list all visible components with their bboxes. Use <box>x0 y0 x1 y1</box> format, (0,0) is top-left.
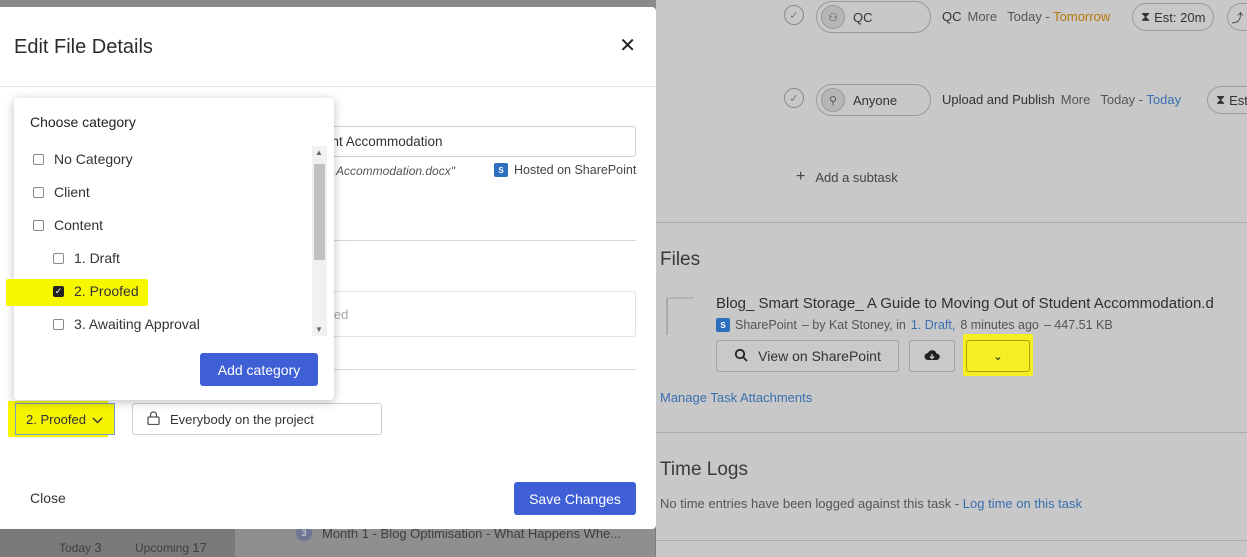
close-icon[interactable]: ✕ <box>619 36 636 56</box>
time-logs-section-title: Time Logs <box>660 459 748 480</box>
add-subtask-button[interactable]: + Add a subtask <box>796 168 898 186</box>
subtask-row: Upload and Publish More Today - Today <box>942 92 1181 107</box>
visibility-select[interactable]: Everybody on the project <box>132 403 382 435</box>
sharepoint-icon: S <box>494 163 508 177</box>
checkbox[interactable] <box>33 186 44 198</box>
description-field[interactable]: led <box>300 291 636 337</box>
file-options-dropdown-button[interactable]: ⌄ <box>966 340 1030 372</box>
popup-title: Choose category <box>30 114 136 130</box>
checkbox-checked[interactable]: ✓ <box>53 285 64 297</box>
bottom-tab-upcoming[interactable]: Upcoming 17 <box>135 540 207 555</box>
scroll-up-icon[interactable]: ▲ <box>315 148 323 157</box>
task-detail-panel: ✓ ⚇ QC QC More Today - Tomorrow ⧗ Est: 20m… <box>656 0 1247 557</box>
estimate-pill[interactable]: ⧗ Est: 20m <box>1132 3 1215 31</box>
manage-task-attachments-link[interactable]: Manage Task Attachments <box>660 390 812 405</box>
tab-label: Upcoming <box>135 541 190 555</box>
plus-icon: + <box>796 168 806 185</box>
estimate-pill[interactable]: ⧗ Est <box>1207 86 1247 114</box>
view-on-sharepoint-button[interactable]: View on SharePoint <box>716 340 899 372</box>
hourglass-icon: ⧗ <box>1141 9 1151 24</box>
download-button[interactable] <box>909 340 955 372</box>
divider <box>656 540 1247 541</box>
hourglass-icon: ⧗ <box>1216 92 1226 107</box>
due-date[interactable]: Today - Tomorrow <box>1007 9 1110 24</box>
chevron-down-icon <box>92 412 103 427</box>
file-category-link[interactable]: 1. Draft, <box>911 318 955 332</box>
close-button[interactable]: Close <box>30 490 66 506</box>
divider <box>300 369 636 370</box>
category-select[interactable]: 2. Proofed <box>15 403 115 435</box>
file-meta: S SharePoint – by Kat Stoney, in 1. Draf… <box>716 318 1113 332</box>
checkbox[interactable] <box>53 252 64 264</box>
assignee-name: Anyone <box>853 92 898 108</box>
file-name[interactable]: Blog_ Smart Storage_ A Guide to Moving O… <box>716 295 1214 312</box>
subtask-title[interactable]: Upload and Publish <box>942 92 1055 107</box>
category-scrollbar[interactable]: ▲ ▼ <box>312 146 327 336</box>
category-option-no-category[interactable]: No Category <box>33 148 133 170</box>
divider <box>656 222 1247 223</box>
original-file-caption: Accommodation.docx" <box>336 164 455 178</box>
complete-check-icon[interactable]: ✓ <box>784 5 804 25</box>
subtask-row: QC More Today - Tomorrow <box>942 9 1110 24</box>
person-icon: ⚲ <box>821 88 845 112</box>
checkbox[interactable] <box>33 153 44 165</box>
file-name-input[interactable]: ent Accommodation <box>300 126 636 157</box>
assignee-name: QC <box>853 9 873 25</box>
category-option-content[interactable]: Content <box>33 214 103 236</box>
search-icon <box>734 348 748 365</box>
checkbox[interactable] <box>33 219 44 231</box>
assignee-pill[interactable]: ⚲ Anyone <box>816 84 931 116</box>
divider <box>300 240 636 241</box>
modal-title: Edit File Details <box>14 36 153 58</box>
category-option-draft[interactable]: 1. Draft <box>53 247 120 269</box>
assignee-pill[interactable]: ⚇ QC <box>816 1 931 33</box>
choose-category-popup: Choose category No Category Client Conte… <box>6 98 334 400</box>
dependency-icon[interactable]: ⤴ <box>1227 3 1247 31</box>
tab-count: 17 <box>192 540 207 555</box>
hosted-on-sharepoint: S Hosted on SharePoint <box>494 163 636 177</box>
category-option-client[interactable]: Client <box>33 181 90 203</box>
complete-check-icon[interactable]: ✓ <box>784 88 804 108</box>
log-time-link[interactable]: Log time on this task <box>963 496 1082 511</box>
cloud-download-icon <box>924 348 940 364</box>
no-time-entries-text: No time entries have been logged against… <box>660 496 1083 511</box>
category-option-awaiting-approval[interactable]: 3. Awaiting Approval <box>53 313 200 335</box>
bottom-tab-today[interactable]: Today 3 <box>59 540 102 555</box>
due-date[interactable]: Today - Today <box>1100 92 1181 107</box>
add-category-button[interactable]: Add category <box>200 353 318 386</box>
chevron-down-icon: ⌄ <box>993 350 1003 363</box>
sharepoint-icon: S <box>716 318 730 332</box>
more-link[interactable]: More <box>1061 92 1091 107</box>
category-option-proofed[interactable]: ✓ 2. Proofed <box>53 280 139 302</box>
subtask-title[interactable]: QC <box>942 9 962 24</box>
divider <box>656 432 1247 433</box>
scrollbar-thumb[interactable] <box>314 164 325 260</box>
tab-count: 3 <box>94 540 102 555</box>
checkbox[interactable] <box>53 318 64 330</box>
tab-label: Today <box>59 541 92 555</box>
scroll-down-icon[interactable]: ▼ <box>315 325 323 334</box>
modal-header: Edit File Details ✕ <box>0 7 656 87</box>
files-section-title: Files <box>660 249 701 270</box>
group-icon: ⚇ <box>821 5 845 29</box>
more-link[interactable]: More <box>968 9 998 24</box>
file-thumbnail[interactable] <box>666 297 694 335</box>
save-changes-button[interactable]: Save Changes <box>514 482 636 515</box>
lock-icon <box>147 410 160 428</box>
